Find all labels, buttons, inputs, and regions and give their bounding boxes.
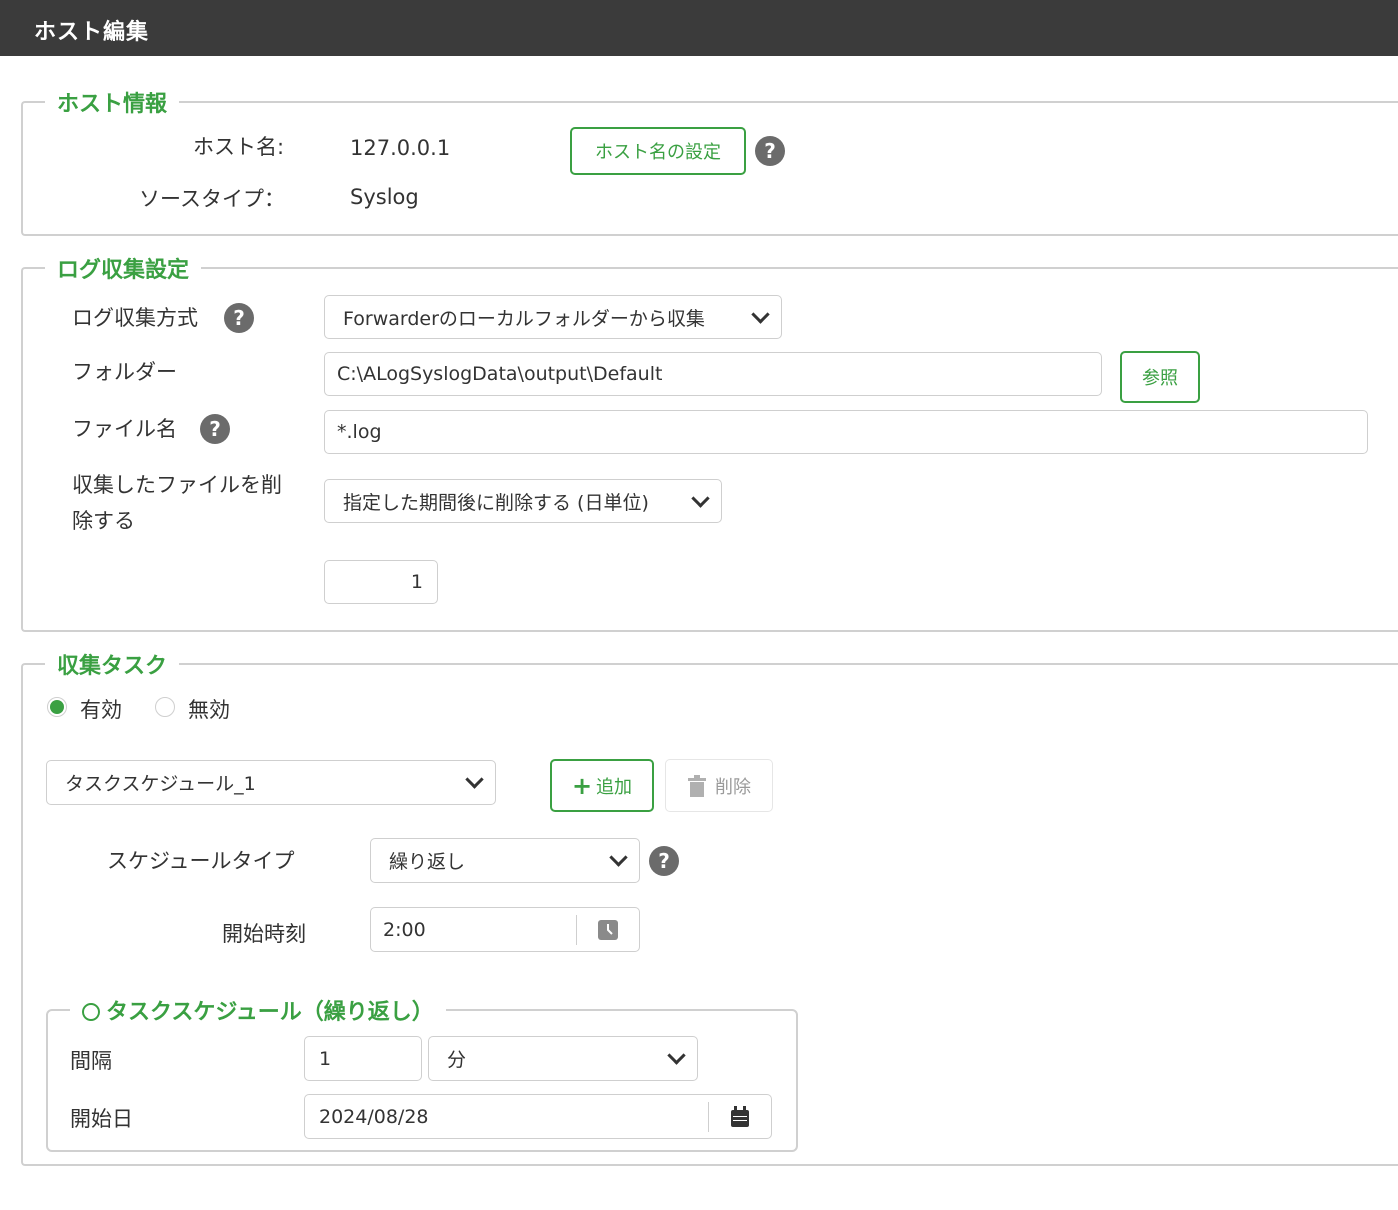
window-title: ホスト編集	[34, 20, 150, 45]
chevron-down-icon	[691, 488, 710, 508]
host-info-legend: ホスト情報	[57, 92, 168, 117]
folder-label: フォルダー	[72, 360, 177, 384]
clock-icon[interactable]	[577, 919, 639, 941]
collection-method-label: ログ収集方式	[72, 306, 198, 330]
start-time-label: 開始時刻	[222, 922, 306, 946]
interval-unit-value: 分	[447, 1049, 467, 1071]
filename-input[interactable]: *.log	[324, 410, 1368, 454]
source-type-value: Syslog	[350, 185, 419, 209]
repeat-schedule-legend-text: タスクスケジュール（繰り返し）	[106, 1000, 434, 1025]
chevron-down-icon	[751, 304, 770, 324]
collection-method-select[interactable]: Forwarderのローカルフォルダーから収集	[324, 295, 782, 339]
delete-files-value: 指定した期間後に削除する (日単位)	[343, 491, 649, 514]
task-schedule-value: タスクスケジュール_1	[65, 773, 256, 795]
chevron-down-icon	[465, 770, 484, 789]
interval-input[interactable]: 1	[304, 1036, 422, 1081]
calendar-icon[interactable]	[709, 1105, 771, 1128]
task-schedule-select[interactable]: タスクスケジュール_1	[46, 760, 496, 805]
set-host-name-button[interactable]: ホスト名の設定	[570, 127, 746, 175]
trash-icon	[688, 774, 706, 797]
browse-button[interactable]: 参照	[1120, 351, 1200, 403]
filename-value: *.log	[337, 421, 382, 443]
schedule-type-label: スケジュールタイプ	[107, 849, 295, 873]
start-time-value: 2:00	[383, 918, 426, 941]
add-schedule-button[interactable]: + 追加	[550, 759, 654, 812]
delete-button-label: 削除	[715, 776, 751, 798]
help-icon[interactable]: ?	[755, 136, 785, 166]
disabled-radio[interactable]	[155, 697, 175, 717]
enabled-radio[interactable]	[47, 697, 67, 717]
delete-files-label-2: 除する	[72, 509, 135, 533]
log-collection-legend: ログ収集設定	[57, 258, 190, 283]
start-date-input[interactable]: 2024/08/28	[304, 1094, 772, 1139]
delete-files-label-1: 収集したファイルを削	[72, 473, 282, 497]
enabled-label: 有効	[80, 698, 122, 722]
add-button-label: 追加	[596, 776, 633, 798]
plus-icon: +	[571, 771, 593, 800]
disabled-label: 無効	[188, 698, 230, 722]
collection-method-value: Forwarderのローカルフォルダーから収集	[343, 307, 705, 330]
interval-label: 間隔	[70, 1049, 112, 1073]
schedule-type-value: 繰り返し	[389, 851, 466, 873]
delete-schedule-button[interactable]: 削除	[665, 759, 773, 812]
title-bar: ホスト編集	[0, 0, 1398, 56]
help-icon[interactable]: ?	[224, 303, 254, 333]
days-value: 1	[410, 571, 423, 593]
days-input[interactable]: 1	[324, 560, 438, 604]
chevron-down-icon	[667, 1046, 686, 1065]
delete-files-select[interactable]: 指定した期間後に削除する (日単位)	[324, 479, 722, 523]
interval-value: 1	[319, 1047, 332, 1070]
repeat-schedule-legend: タスクスケジュール（繰り返し）	[70, 994, 446, 1026]
folder-value: C:\ALogSyslogData\output\Default	[337, 363, 663, 385]
source-type-label: ソースタイプ：	[139, 187, 285, 211]
help-icon[interactable]: ?	[649, 846, 679, 876]
interval-unit-select[interactable]: 分	[428, 1036, 698, 1081]
filename-label: ファイル名	[72, 417, 177, 441]
host-name-label: ホスト名:	[193, 135, 285, 159]
start-time-input[interactable]: 2:00	[370, 907, 640, 952]
collection-task-legend: 収集タスク	[57, 654, 168, 679]
start-date-value: 2024/08/28	[319, 1105, 429, 1128]
folder-input[interactable]: C:\ALogSyslogData\output\Default	[324, 352, 1102, 396]
help-icon[interactable]: ?	[200, 414, 230, 444]
schedule-type-select[interactable]: 繰り返し	[370, 838, 640, 883]
clock-icon	[82, 1003, 100, 1021]
chevron-down-icon	[609, 848, 628, 867]
host-name-value: 127.0.0.1	[350, 136, 451, 160]
start-date-label: 開始日	[70, 1107, 133, 1131]
